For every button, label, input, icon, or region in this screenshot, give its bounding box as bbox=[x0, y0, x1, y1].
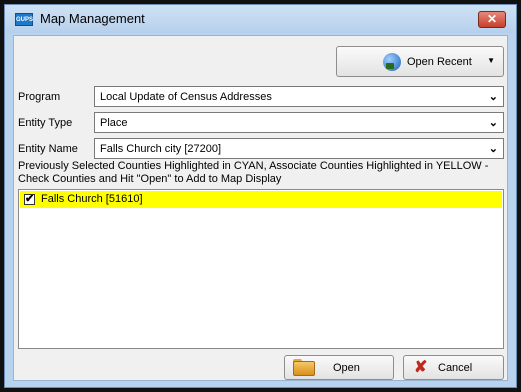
program-value: Local Update of Census Addresses bbox=[100, 91, 272, 103]
window-title: Map Management bbox=[40, 11, 145, 26]
chevron-down-icon: ⌄ bbox=[488, 91, 498, 103]
open-recent-button[interactable]: Open Recent ▼ bbox=[336, 46, 504, 77]
dialog-body: Open Recent ▼ Program Local Update of Ce… bbox=[13, 35, 508, 381]
entity-name-value: Falls Church city [27200] bbox=[100, 143, 222, 155]
close-button[interactable]: ✕ bbox=[478, 11, 506, 28]
shortcut-arrow-icon bbox=[386, 63, 394, 69]
cancel-x-icon: ✘ bbox=[414, 359, 428, 376]
county-label: Falls Church [51610] bbox=[41, 193, 143, 205]
entity-name-select[interactable]: Falls Church city [27200] ⌄ bbox=[94, 138, 504, 159]
globe-icon bbox=[383, 53, 401, 71]
open-recent-label: Open Recent bbox=[407, 56, 472, 68]
folder-icon bbox=[293, 361, 315, 376]
county-list[interactable]: ✔ Falls Church [51610] bbox=[18, 189, 504, 349]
screenshot-frame: GUPS Map Management ✕ Open Recent ▼ Prog… bbox=[0, 0, 521, 392]
open-label: Open bbox=[333, 362, 360, 374]
entity-name-label: Entity Name bbox=[18, 143, 78, 155]
county-checkbox[interactable]: ✔ bbox=[24, 193, 35, 205]
open-button[interactable]: Open bbox=[284, 355, 394, 380]
program-select[interactable]: Local Update of Census Addresses ⌄ bbox=[94, 86, 504, 107]
list-item[interactable]: ✔ Falls Church [51610] bbox=[20, 191, 502, 208]
entity-type-value: Place bbox=[100, 117, 128, 129]
app-icon: GUPS bbox=[15, 13, 33, 26]
instructions-text: Previously Selected Counties Highlighted… bbox=[18, 160, 489, 185]
close-icon: ✕ bbox=[486, 12, 498, 26]
cancel-label: Cancel bbox=[438, 362, 473, 374]
title-bar[interactable]: GUPS Map Management ✕ bbox=[5, 5, 516, 33]
entity-type-label: Entity Type bbox=[18, 117, 73, 129]
entity-type-select[interactable]: Place ⌄ bbox=[94, 112, 504, 133]
chevron-down-icon: ⌄ bbox=[488, 117, 498, 129]
map-management-dialog: GUPS Map Management ✕ Open Recent ▼ Prog… bbox=[4, 4, 517, 388]
program-label: Program bbox=[18, 91, 61, 103]
checkmark-icon: ✔ bbox=[25, 193, 35, 205]
cancel-button[interactable]: ✘ Cancel bbox=[403, 355, 504, 380]
chevron-down-icon[interactable]: ▼ bbox=[487, 56, 495, 65]
chevron-down-icon: ⌄ bbox=[488, 143, 498, 155]
